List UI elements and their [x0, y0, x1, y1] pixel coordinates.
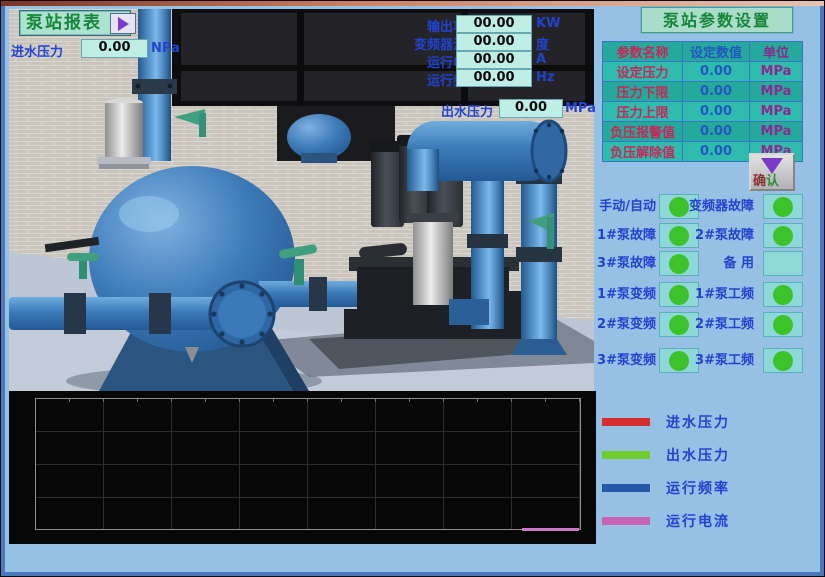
- param-value-cell[interactable]: 0.00: [683, 62, 750, 82]
- legend-row: 运行电流: [602, 512, 730, 530]
- metric-label: 输出功率: [309, 16, 479, 35]
- status-lamp-box: [763, 348, 803, 373]
- status-row: 手动/自动变频器故障: [596, 194, 822, 220]
- status-label: 1#泵变频: [596, 282, 656, 308]
- outlet-pressure-unit: MPa: [565, 101, 596, 116]
- table-header-cell: 单位: [750, 42, 803, 62]
- status-label: 备 用: [676, 251, 754, 277]
- status-lamp-box: [763, 282, 803, 307]
- status-label: 手动/自动: [596, 194, 656, 220]
- status-label: 3#泵故障: [596, 251, 656, 277]
- param-name-cell: 负压解除值: [603, 142, 683, 162]
- status-label: 2#泵故障: [676, 223, 754, 249]
- param-unit-cell: MPa: [750, 102, 803, 122]
- legend-row: 出水压力: [602, 446, 730, 464]
- legend-row: 运行频率: [602, 479, 730, 497]
- metric-label: 运行频率: [309, 70, 479, 89]
- status-lamp-box: [763, 223, 803, 248]
- table-row: 压力下限0.00MPa: [603, 82, 803, 102]
- status-row: 2#泵变频 2#泵工频: [596, 312, 822, 338]
- legend-row: 进水压力: [602, 413, 730, 431]
- settings-title: 泵站参数设置: [641, 7, 793, 33]
- status-label: 3#泵工频: [676, 348, 754, 374]
- status-lamp-box: [763, 194, 803, 219]
- metric-row: 输出功率00.00 KW: [9, 16, 594, 33]
- trend-plot-area: [35, 398, 581, 530]
- legend-label: 进水压力: [666, 412, 730, 432]
- param-unit-cell: MPa: [750, 82, 803, 102]
- status-label: 3#泵变频: [596, 348, 656, 374]
- table-row: 设定压力0.00MPa: [603, 62, 803, 82]
- param-value-cell[interactable]: 0.00: [683, 122, 750, 142]
- status-lamp-on: [773, 351, 793, 371]
- status-lamp-box: [763, 312, 803, 337]
- outlet-pressure-label: 出水压力: [361, 101, 493, 120]
- status-row: 3#泵变频 3#泵工频: [596, 348, 822, 374]
- status-row: 1#泵变频 1#泵工频: [596, 282, 822, 308]
- legend-swatch: [602, 418, 650, 426]
- status-lamp-on: [773, 285, 793, 305]
- metric-label: 变频器温度: [309, 34, 479, 53]
- trend-chart: [9, 391, 596, 544]
- metric-row: 运行频率00.00 Hz: [9, 70, 594, 87]
- metric-value-box: 00.00: [456, 69, 532, 87]
- table-row: 负压报警值0.00MPa: [603, 122, 803, 142]
- hmi-screen: 泵站报表 进水压力 0.00 NPa 输出功率00.00KW变频器温度00.00…: [0, 0, 825, 577]
- metric-unit: 度: [536, 34, 549, 53]
- param-value-cell[interactable]: 0.00: [683, 142, 750, 162]
- table-header-row: 参数名称设定数值单位: [603, 42, 803, 62]
- legend-label: 运行电流: [666, 511, 730, 531]
- metric-row: 变频器温度00.00度: [9, 34, 594, 51]
- status-lamp-on: [773, 197, 793, 217]
- legend-label: 出水压力: [666, 445, 730, 465]
- pump-station-scene: 泵站报表 进水压力 0.00 NPa 输出功率00.00KW变频器温度00.00…: [9, 9, 594, 391]
- metric-label: 运行电流: [309, 52, 479, 71]
- legend-label: 运行频率: [666, 478, 730, 498]
- status-label: 2#泵变频: [596, 312, 656, 338]
- settings-panel: 泵站参数设置 参数名称设定数值单位设定压力0.00MPa压力下限0.00MPa压…: [596, 1, 822, 577]
- status-row: 1#泵故障 2#泵故障: [596, 223, 822, 249]
- status-label: 1#泵工频: [676, 282, 754, 308]
- param-name-cell: 压力下限: [603, 82, 683, 102]
- metric-unit: A: [536, 52, 546, 67]
- param-value-cell[interactable]: 0.00: [683, 82, 750, 102]
- status-label: 2#泵工频: [676, 312, 754, 338]
- param-unit-cell: MPa: [750, 122, 803, 142]
- legend-swatch: [602, 517, 650, 525]
- parameter-table: 参数名称设定数值单位设定压力0.00MPa压力下限0.00MPa压力上限0.00…: [602, 41, 803, 162]
- param-value-cell[interactable]: 0.00: [683, 102, 750, 122]
- legend-swatch: [602, 451, 650, 459]
- confirm-label: 确认: [753, 170, 779, 189]
- table-header-cell: 参数名称: [603, 42, 683, 62]
- param-name-cell: 负压报警值: [603, 122, 683, 142]
- status-lamp-on: [773, 315, 793, 335]
- param-name-cell: 设定压力: [603, 62, 683, 82]
- legend-swatch: [602, 484, 650, 492]
- outlet-pressure-value: 0.00: [499, 99, 563, 118]
- top-border-strip: [1, 1, 824, 6]
- metric-unit: Hz: [536, 70, 554, 85]
- confirm-button[interactable]: 确认: [749, 153, 795, 191]
- metric-value-box: 00.00: [456, 33, 532, 51]
- param-name-cell: 压力上限: [603, 102, 683, 122]
- table-header-cell: 设定数值: [683, 42, 750, 62]
- metric-value-box: 00.00: [456, 51, 532, 69]
- running-current-trace: [522, 528, 579, 531]
- front-flange: [210, 282, 274, 346]
- status-label: 1#泵故障: [596, 223, 656, 249]
- table-row: 压力上限0.00MPa: [603, 102, 803, 122]
- status-lamp-on: [773, 226, 793, 246]
- status-row: 3#泵故障备 用: [596, 251, 822, 277]
- metric-row: 运行电流00.00 A: [9, 52, 594, 69]
- status-lamp-box: [763, 251, 803, 276]
- param-unit-cell: MPa: [750, 62, 803, 82]
- status-label: 变频器故障: [676, 194, 754, 220]
- metric-value-box: 00.00: [456, 15, 532, 33]
- metric-unit: KW: [536, 16, 560, 31]
